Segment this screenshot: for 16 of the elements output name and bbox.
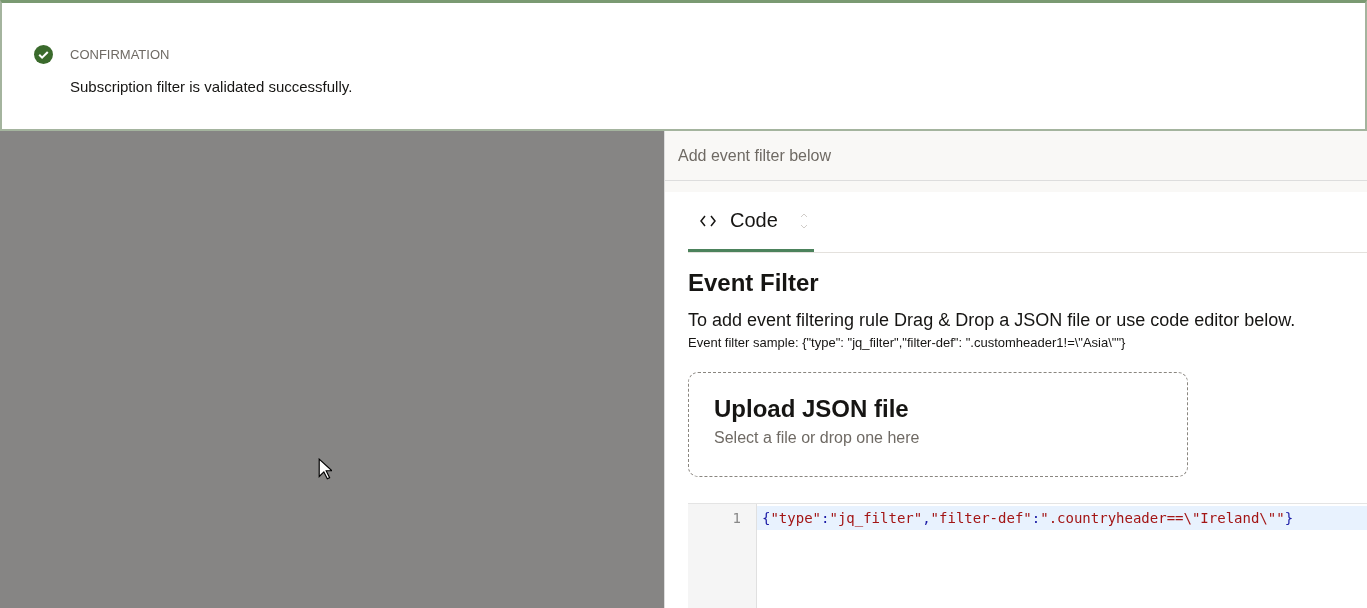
code-editor[interactable]: 1 {"type":"jq_filter","filter-def":".countryheader==\"Ireland\""} — [688, 503, 1367, 608]
upload-hint: Select a file or drop one here — [714, 429, 921, 447]
code-tab[interactable]: Code — [688, 192, 814, 252]
file-drop-zone[interactable]: Upload JSON file Select a file or drop one here — [688, 372, 1188, 477]
panel-header-text: Add event filter below — [678, 146, 831, 165]
code-line: {"type":"jq_filter","filter-def":".countryheader==\"Ireland\""} — [762, 510, 1294, 526]
upload-title: Upload JSON file — [714, 395, 910, 423]
line-number-gutter: 1 — [688, 504, 757, 608]
notification-message: Subscription filter is validated successfully. — [70, 78, 353, 95]
code-brackets-icon — [700, 214, 716, 227]
mouse-pointer-icon — [318, 458, 332, 480]
check-circle-icon — [34, 45, 53, 64]
notification-title: CONFIRMATION — [70, 46, 171, 64]
section-heading: Event Filter — [688, 268, 820, 298]
description-text: To add event filtering rule Drag & Drop a JSON file or use code editor below. — [688, 310, 1297, 331]
sample-text: Event filter sample: {"type": "jq_filter","filter-def": ".customheader1!=\"Asia\""} — [688, 335, 1127, 350]
